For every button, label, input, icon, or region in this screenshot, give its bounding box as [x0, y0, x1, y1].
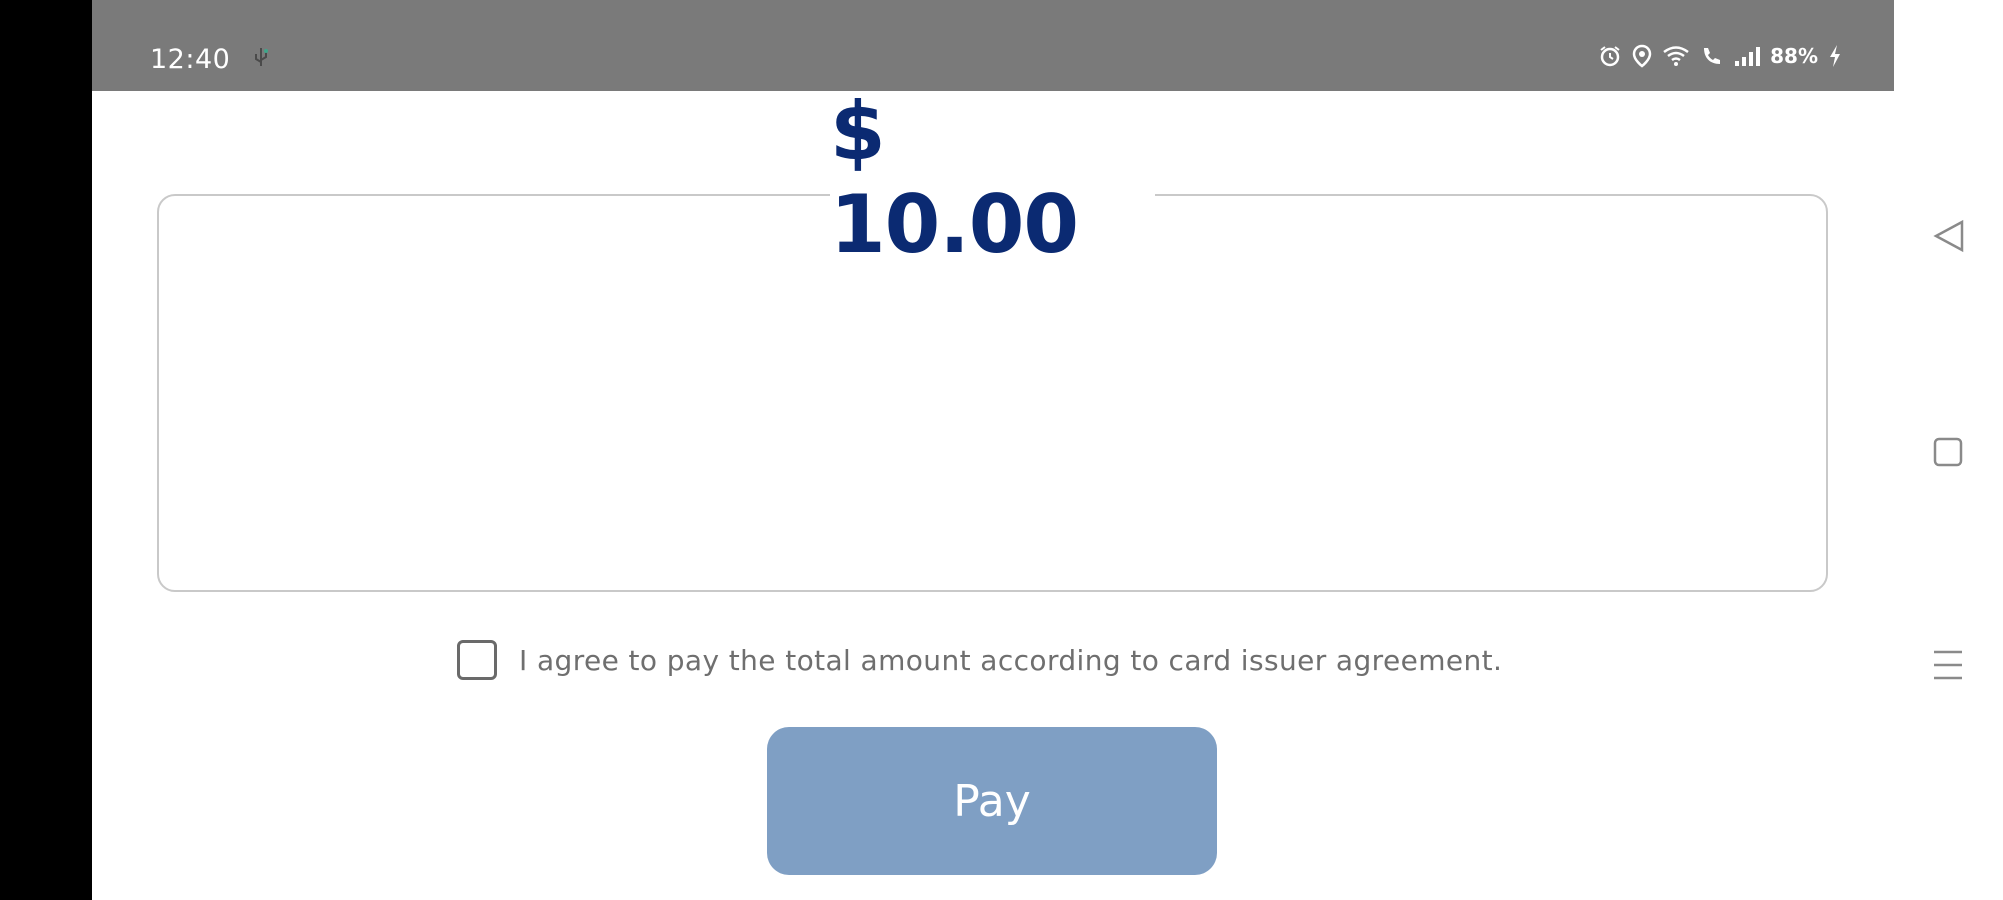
battery-text: 88%: [1770, 44, 1818, 68]
alarm-icon: [1598, 44, 1622, 68]
wifi-call-icon: [1700, 44, 1724, 68]
status-icons: 88%: [1598, 44, 1842, 68]
charging-icon: [1828, 44, 1842, 68]
back-icon[interactable]: [1932, 218, 1966, 259]
usb-icon: [250, 46, 272, 70]
status-time: 12:40: [150, 44, 231, 75]
location-icon: [1632, 44, 1652, 68]
menu-icon[interactable]: [1932, 648, 1964, 687]
agreement-text: I agree to pay the total amount accordin…: [519, 643, 1503, 677]
status-bar: 12:40 88%: [92, 0, 1894, 91]
home-icon[interactable]: [1932, 436, 1964, 473]
signal-icon: [1734, 45, 1761, 67]
pay-button[interactable]: Pay: [767, 727, 1217, 875]
payment-amount: $ 10.00: [830, 85, 1155, 271]
wifi-icon: [1662, 44, 1690, 68]
left-black-bar: [0, 0, 92, 900]
agreement-checkbox[interactable]: [457, 640, 497, 680]
agreement-row: I agree to pay the total amount accordin…: [457, 640, 1502, 680]
navigation-rail: [1894, 0, 2003, 900]
